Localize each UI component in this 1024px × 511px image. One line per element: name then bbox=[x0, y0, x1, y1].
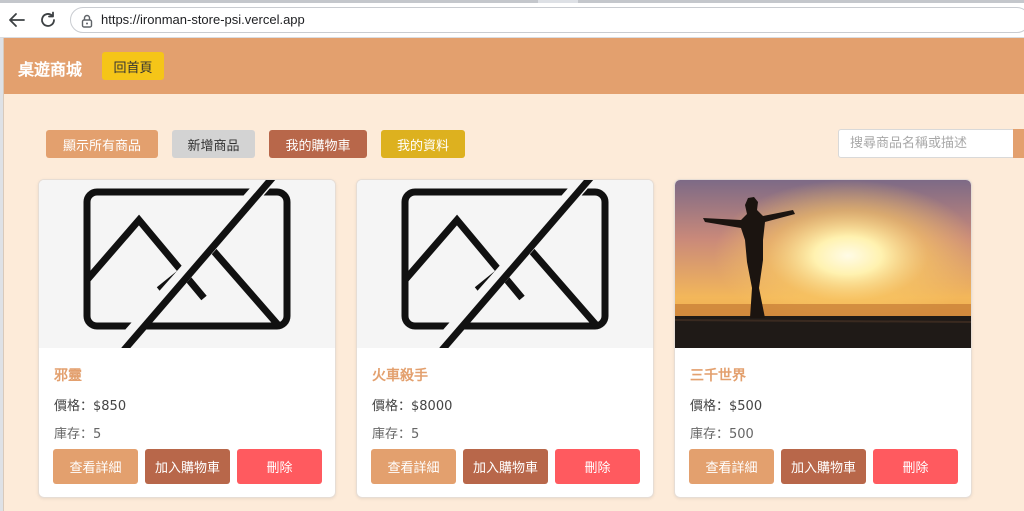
add-to-cart-button[interactable]: 加入購物車 bbox=[145, 449, 230, 484]
product-card: 邪靈 價格：$850 庫存：5 查看詳細 加入購物車 刪除 bbox=[38, 179, 336, 498]
product-price: 價格：$500 bbox=[690, 399, 763, 414]
view-details-button[interactable]: 查看詳細 bbox=[689, 449, 774, 484]
page-content: 桌遊商城 回首頁 顯示所有商品 新增商品 我的購物車 我的資料 邪靈 價格：$8… bbox=[3, 38, 1024, 511]
back-icon[interactable] bbox=[6, 9, 28, 31]
sunset-silhouette-photo[interactable] bbox=[675, 180, 971, 348]
search-button[interactable] bbox=[1013, 129, 1024, 158]
product-stock: 庫存：5 bbox=[54, 427, 102, 442]
site-header: 桌遊商城 回首頁 bbox=[4, 38, 1024, 94]
tab-strip bbox=[0, 0, 1024, 3]
product-name: 三千世界 bbox=[690, 368, 746, 384]
add-to-cart-button[interactable]: 加入購物車 bbox=[463, 449, 548, 484]
site-brand[interactable]: 桌遊商城 bbox=[18, 56, 82, 80]
view-details-button[interactable]: 查看詳細 bbox=[53, 449, 138, 484]
delete-button[interactable]: 刪除 bbox=[555, 449, 640, 484]
product-name: 火車殺手 bbox=[372, 368, 428, 384]
view-details-button[interactable]: 查看詳細 bbox=[371, 449, 456, 484]
address-bar[interactable]: https://ironman-store-psi.vercel.app bbox=[70, 7, 1024, 33]
product-name: 邪靈 bbox=[54, 368, 82, 384]
product-card: 三千世界 價格：$500 庫存：500 查看詳細 加入購物車 刪除 bbox=[674, 179, 972, 498]
placeholder-image-icon[interactable] bbox=[357, 180, 653, 353]
delete-button[interactable]: 刪除 bbox=[237, 449, 322, 484]
search-input[interactable] bbox=[838, 129, 1014, 158]
home-button[interactable]: 回首頁 bbox=[102, 52, 164, 80]
lock-icon[interactable] bbox=[81, 13, 93, 32]
delete-button[interactable]: 刪除 bbox=[873, 449, 958, 484]
show-all-products-button[interactable]: 顯示所有商品 bbox=[46, 130, 158, 158]
product-price: 價格：$8000 bbox=[372, 399, 453, 414]
add-product-button[interactable]: 新增商品 bbox=[172, 130, 255, 158]
product-stock: 庫存：500 bbox=[690, 427, 754, 442]
placeholder-image-icon[interactable] bbox=[39, 180, 335, 353]
my-profile-button[interactable]: 我的資料 bbox=[381, 130, 465, 158]
reload-icon[interactable] bbox=[37, 9, 59, 31]
add-to-cart-button[interactable]: 加入購物車 bbox=[781, 449, 866, 484]
browser-toolbar: https://ironman-store-psi.vercel.app bbox=[0, 0, 1024, 38]
product-price: 價格：$850 bbox=[54, 399, 127, 414]
product-stock: 庫存：5 bbox=[372, 427, 420, 442]
my-cart-button[interactable]: 我的購物車 bbox=[269, 130, 367, 158]
url-text: https://ironman-store-psi.vercel.app bbox=[101, 12, 305, 27]
product-card: 火車殺手 價格：$8000 庫存：5 查看詳細 加入購物車 刪除 bbox=[356, 179, 654, 498]
